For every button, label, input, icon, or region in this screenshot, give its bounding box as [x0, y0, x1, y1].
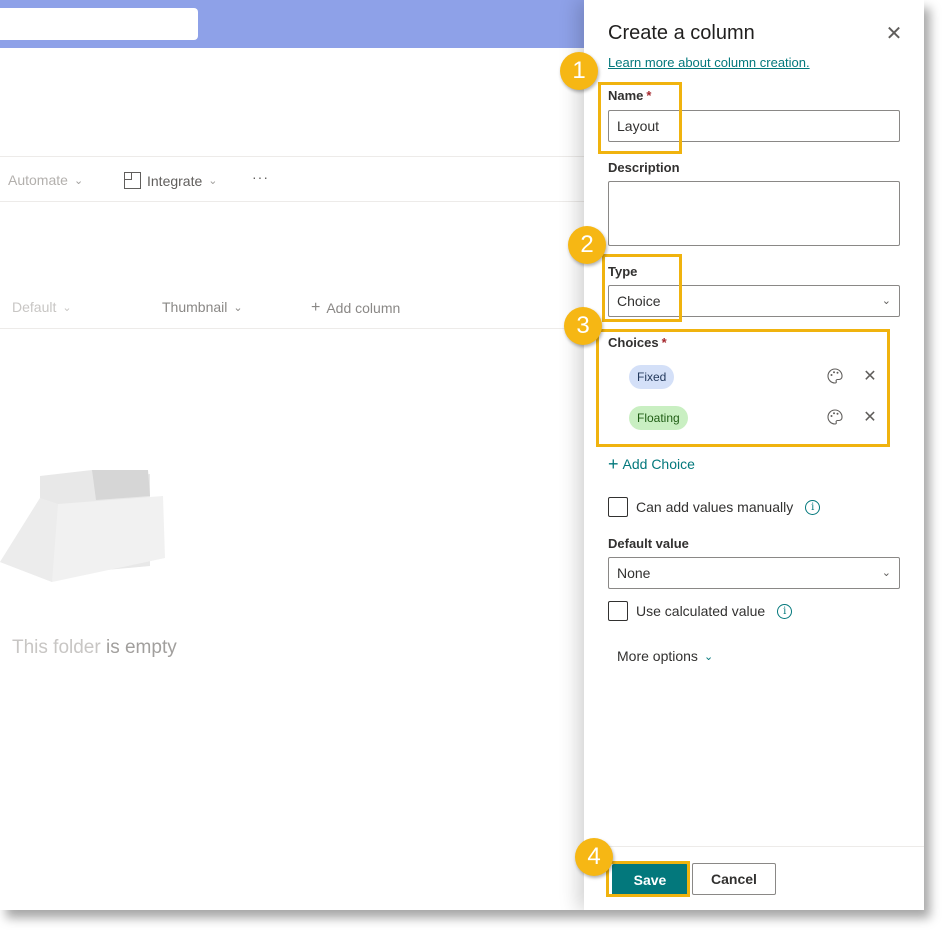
integrate-label: Integrate: [147, 172, 203, 189]
use-calculated-label: Use calculated value: [636, 603, 766, 619]
step-marker-1: 1: [560, 52, 598, 90]
more-options-label: More options: [617, 648, 698, 664]
empty-text-part2: is empty: [100, 637, 177, 658]
create-column-panel: Create a column ✕ Learn more about colum…: [584, 0, 924, 910]
chevron-down-icon: ⌄: [881, 295, 891, 307]
can-add-manually-row: Can add values manually i: [608, 497, 821, 517]
search-box[interactable]: [0, 8, 198, 40]
info-icon[interactable]: i: [777, 603, 793, 619]
chevron-down-icon: ⌄: [703, 650, 714, 663]
cancel-button[interactable]: Cancel: [692, 863, 776, 895]
chevron-down-icon: ⌄: [73, 174, 84, 187]
highlight-choices: [596, 329, 890, 447]
add-column-button[interactable]: + Add column: [311, 299, 400, 317]
column-header-label: Default: [12, 299, 57, 315]
add-choice-label: Add Choice: [622, 456, 695, 472]
plus-icon: +: [311, 299, 321, 316]
use-calculated-checkbox[interactable]: [608, 601, 628, 621]
automate-label: Automate: [8, 172, 68, 188]
more-icon: ···: [252, 169, 269, 185]
empty-text-part1: This folder: [12, 637, 101, 658]
highlight-name: [598, 82, 682, 154]
close-icon[interactable]: ✕: [884, 24, 904, 44]
default-value-dropdown[interactable]: None ⌄: [608, 557, 900, 589]
more-options-toggle[interactable]: More options ⌄: [617, 648, 713, 664]
can-add-manually-label: Can add values manually: [636, 499, 794, 515]
column-header-default[interactable]: Default ⌄: [12, 299, 72, 315]
integrate-command[interactable]: Integrate ⌄: [124, 172, 217, 189]
description-textarea[interactable]: [608, 181, 900, 246]
step-marker-2: 2: [568, 226, 606, 264]
app-window: Automate ⌄ Integrate ⌄ ··· Default ⌄ Thu…: [0, 0, 924, 910]
default-value: None: [617, 565, 651, 581]
column-header-label: Thumbnail: [162, 299, 228, 315]
command-bar: Automate ⌄ Integrate ⌄ ···: [0, 156, 600, 202]
chevron-down-icon: ⌄: [208, 175, 218, 187]
step-marker-4: 4: [575, 838, 613, 876]
info-icon[interactable]: i: [805, 499, 821, 515]
column-header-thumbnail[interactable]: Thumbnail ⌄: [162, 299, 243, 315]
learn-more-link[interactable]: Learn more about column creation.: [608, 55, 810, 70]
panel-title: Create a column: [608, 22, 755, 44]
empty-folder-message: This folder is empty: [12, 637, 177, 659]
default-value-label: Default value: [608, 536, 689, 551]
more-commands-button[interactable]: ···: [252, 169, 269, 185]
add-choice-button[interactable]: + Add Choice: [608, 454, 695, 474]
plus-icon: +: [608, 454, 619, 474]
step-marker-3: 3: [564, 307, 602, 345]
automate-command[interactable]: Automate ⌄: [8, 172, 83, 188]
column-headers: Default ⌄ Thumbnail ⌄ + Add column: [0, 286, 600, 329]
chevron-down-icon: ⌄: [62, 301, 72, 314]
integrate-icon: [124, 172, 141, 189]
add-column-label: Add column: [326, 300, 401, 316]
highlight-type: [602, 254, 682, 322]
chevron-down-icon: ⌄: [233, 301, 243, 314]
can-add-manually-checkbox[interactable]: [608, 497, 628, 517]
description-label: Description: [608, 160, 680, 175]
chevron-down-icon: ⌄: [881, 567, 891, 579]
folder-icon: [0, 470, 165, 582]
highlight-save: [606, 861, 690, 897]
use-calculated-row: Use calculated value i: [608, 601, 793, 621]
